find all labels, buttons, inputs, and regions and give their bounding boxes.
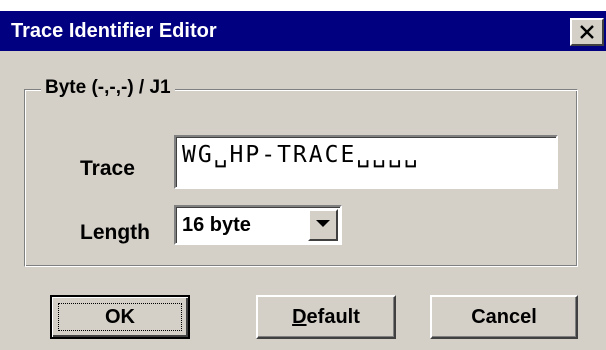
trace-input[interactable]: WG␣HP-TRACE␣␣␣␣ <box>174 135 558 189</box>
length-label: Length <box>80 221 150 244</box>
group-legend: Byte (-,-,-) / J1 <box>41 77 175 99</box>
length-dropdown-button[interactable] <box>308 209 338 241</box>
title-bar[interactable]: Trace Identifier Editor <box>0 11 606 51</box>
length-selected-value: 16 byte <box>182 214 251 236</box>
cancel-button[interactable]: Cancel <box>430 295 578 339</box>
chevron-down-icon <box>316 220 330 227</box>
default-mnemonic: D <box>292 305 307 328</box>
close-icon <box>580 25 594 39</box>
window-title: Trace Identifier Editor <box>11 20 217 42</box>
cancel-button-label: Cancel <box>471 305 537 328</box>
trace-identifier-dialog: Trace Identifier Editor Byte (-,-,-) / J… <box>0 11 606 350</box>
length-select[interactable]: 16 byte <box>174 205 342 245</box>
ok-button[interactable]: OK <box>50 295 190 339</box>
trace-label: Trace <box>80 157 135 180</box>
default-label-rest: efault <box>306 305 360 328</box>
close-button[interactable] <box>570 18 604 46</box>
default-button[interactable]: Default <box>256 295 396 339</box>
trace-input-value: WG␣HP-TRACE␣␣␣␣ <box>182 142 420 168</box>
ok-button-label: OK <box>105 305 135 328</box>
default-button-label: Default <box>292 306 360 329</box>
